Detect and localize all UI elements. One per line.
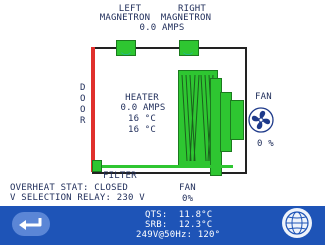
- right-magnetron-label-line2: MAGNETRON: [160, 13, 212, 23]
- fan-duct-block: [210, 78, 244, 176]
- srb-reading: SRB: 12.3°C: [145, 220, 213, 230]
- fan-status-value: 0%: [182, 194, 194, 204]
- overheat-status: OVERHEAT STAT: CLOSED: [10, 183, 128, 193]
- fan-status-label: FAN: [179, 183, 196, 193]
- door-letter-r: R: [80, 116, 86, 126]
- fan-right-value: 0 %: [257, 139, 274, 149]
- filter-block: [92, 160, 102, 172]
- back-button[interactable]: [12, 212, 50, 236]
- right-magnetron-wave-icon: ︶: [183, 53, 194, 64]
- magnetron-amps: 0.0 AMPS: [139, 23, 185, 33]
- heater-temp-2: 16 °C: [127, 125, 157, 135]
- fan-right-label: FAN: [255, 92, 272, 102]
- door-letter-o2: O: [80, 105, 86, 115]
- filter-bar: [98, 165, 233, 168]
- back-arrow-icon: [19, 218, 42, 230]
- left-magnetron-label-line2: MAGNETRON: [99, 13, 151, 23]
- power-reading: 249V@50Hz: 120°: [136, 230, 221, 240]
- v-selection-relay: V SELECTION RELAY: 230 V: [10, 193, 145, 203]
- heater-label: HEATER: [125, 93, 159, 103]
- door-indicator: [91, 47, 95, 172]
- fan-icon: [247, 106, 275, 134]
- heater-amps: 0.0 AMPS: [120, 103, 166, 113]
- filter-label: FILTER: [103, 171, 137, 181]
- door-letter-d: D: [80, 83, 86, 93]
- heater-temp-1: 16 °C: [127, 114, 157, 124]
- left-magnetron-wave-icon: ︶: [121, 53, 132, 64]
- globe-icon: [285, 211, 309, 235]
- qts-reading: QTS: 11.8°C: [145, 210, 213, 220]
- language-globe-button[interactable]: [282, 208, 312, 238]
- door-letter-o1: O: [80, 94, 86, 104]
